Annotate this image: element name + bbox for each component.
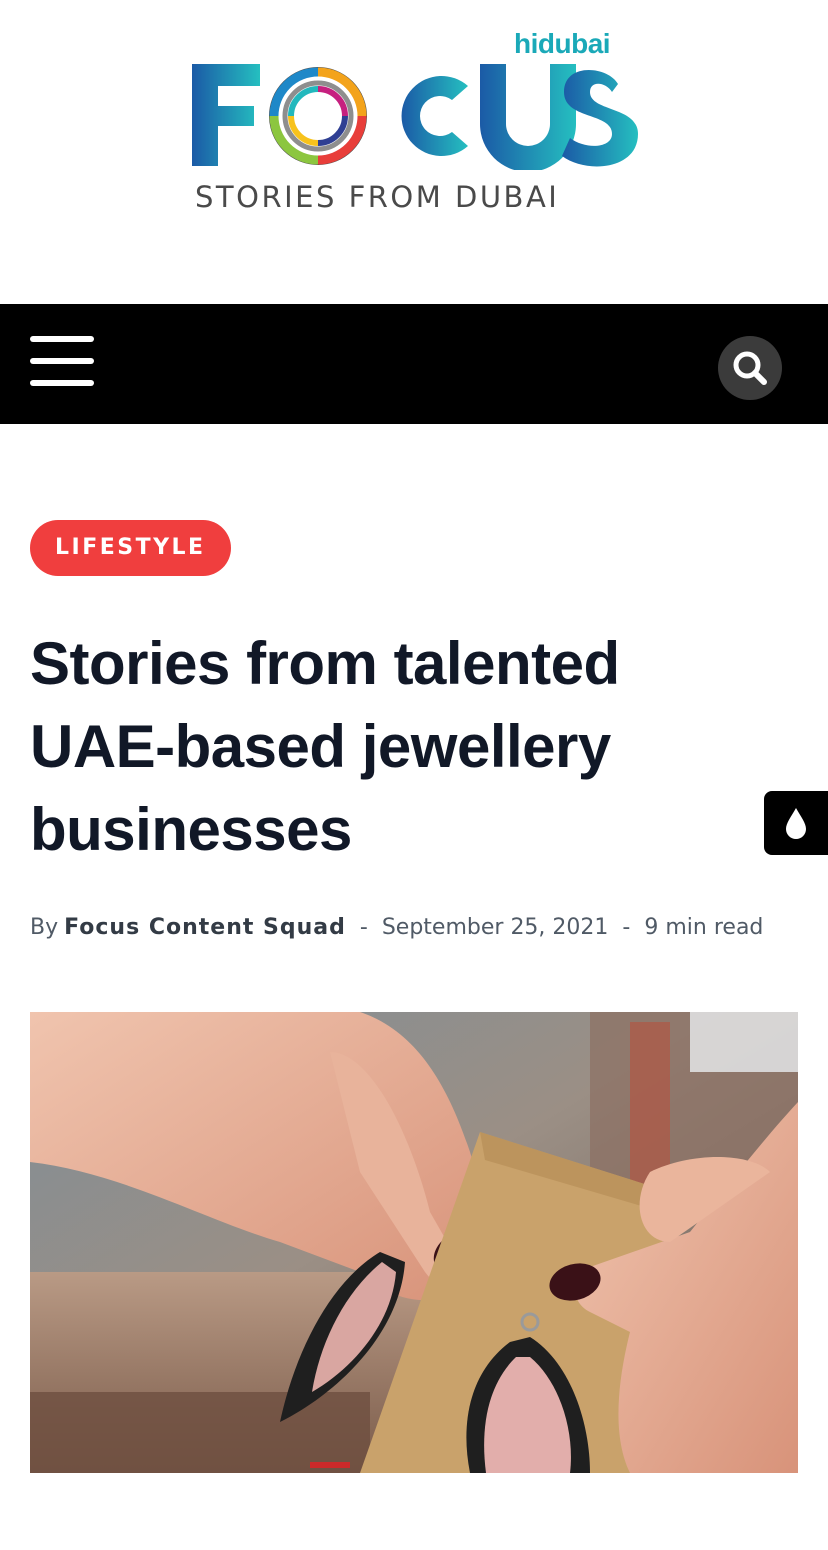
hidubai-logo[interactable]: hidubai xyxy=(514,28,611,60)
author-link[interactable]: Focus Content Squad xyxy=(64,915,346,940)
focus-logo[interactable] xyxy=(190,62,640,170)
article-meta: By Focus Content Squad - September 25, 2… xyxy=(30,915,763,940)
main-navbar xyxy=(0,304,828,424)
meta-separator: - xyxy=(622,915,631,940)
site-tagline: STORIES FROM DUBAI xyxy=(195,180,560,214)
site-header: hidubai STORIES FROM DUBAI xyxy=(0,0,828,304)
read-time: 9 min read xyxy=(644,915,764,940)
category-badge[interactable]: LIFESTYLE xyxy=(30,520,231,576)
publish-date: September 25, 2021 xyxy=(381,915,609,940)
article-title: Stories from talented UAE-based jeweller… xyxy=(30,630,620,863)
dark-mode-toggle[interactable] xyxy=(764,791,828,855)
search-button[interactable] xyxy=(718,336,782,400)
byline-label: By xyxy=(30,915,59,940)
hero-image xyxy=(30,1012,798,1473)
hamburger-menu-icon[interactable] xyxy=(30,334,94,388)
droplet-icon xyxy=(786,808,806,839)
meta-separator: - xyxy=(359,915,368,940)
search-icon xyxy=(733,351,767,385)
